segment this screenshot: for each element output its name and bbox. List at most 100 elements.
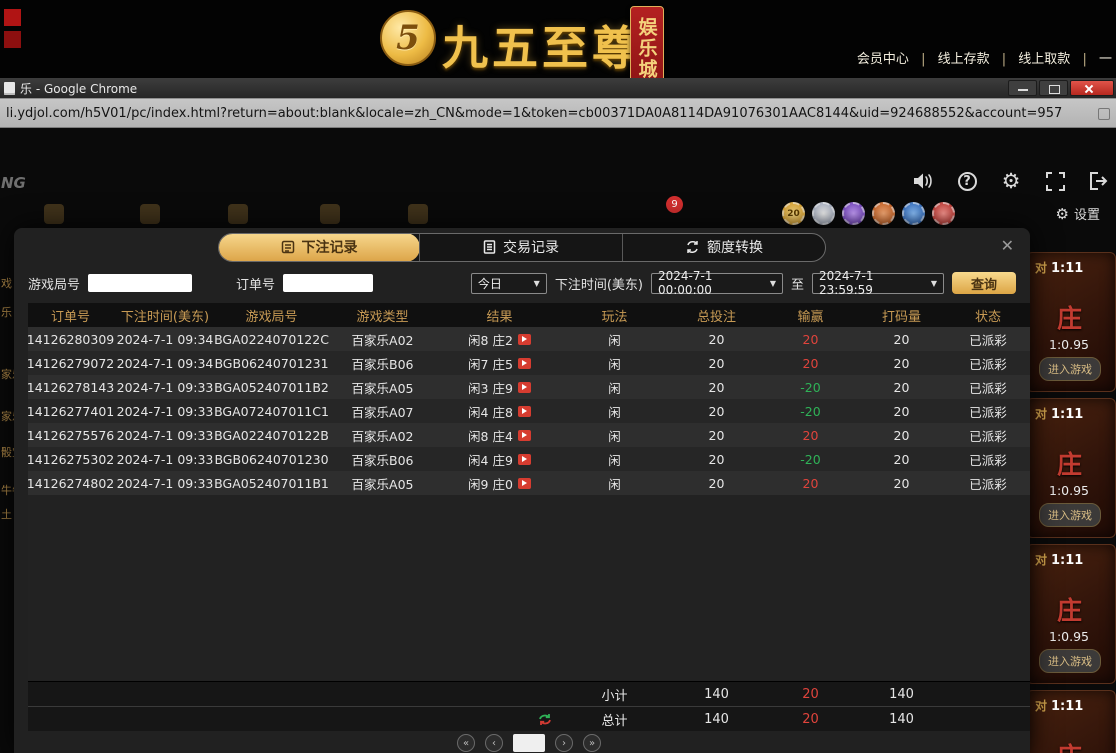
pair-odds: 对1:11 bbox=[1035, 405, 1083, 422]
replay-icon[interactable] bbox=[518, 334, 531, 345]
maximize-button[interactable] bbox=[1039, 80, 1068, 96]
cell-result: 闲8 庄2 bbox=[439, 327, 560, 351]
url-text[interactable]: li.ydjol.com/h5V01/pc/index.html?return=… bbox=[6, 106, 1086, 121]
game-nav-strip: 9 20 ⚙ 设置 bbox=[0, 202, 1116, 230]
link-truncated[interactable]: 一 bbox=[1099, 52, 1112, 67]
table-row: 14126274802 2024-7-1 09:33 BGA052407011B… bbox=[28, 471, 1030, 495]
settings-button[interactable]: ⚙ 设置 bbox=[1056, 204, 1100, 223]
col-bet-time: 下注时间(美东) bbox=[113, 303, 217, 327]
page-number-input[interactable] bbox=[513, 734, 545, 752]
result-text: 闲4 庄9 bbox=[468, 450, 513, 469]
enter-game-button[interactable]: 进入游戏 bbox=[1039, 503, 1101, 527]
col-game-type: 游戏类型 bbox=[326, 303, 439, 327]
chip[interactable] bbox=[932, 202, 955, 225]
tab-bet-records[interactable]: 下注记录 bbox=[218, 233, 420, 262]
chip[interactable] bbox=[872, 202, 895, 225]
chip-rack: 20 bbox=[782, 202, 955, 225]
tab-credit-transfer[interactable]: 额度转换 bbox=[622, 234, 825, 261]
cell-play: 闲 bbox=[560, 351, 669, 375]
replay-icon[interactable] bbox=[518, 358, 531, 369]
prev-page-button[interactable]: ‹ bbox=[485, 734, 503, 752]
game-nav-item[interactable] bbox=[228, 204, 248, 224]
cell-status: 已派彩 bbox=[946, 423, 1030, 447]
pair-odds: 对1:11 bbox=[1035, 259, 1083, 276]
cell-result: 闲3 庄9 bbox=[439, 375, 560, 399]
chip-20[interactable]: 20 bbox=[782, 202, 805, 225]
cell-total-bet: 20 bbox=[669, 423, 764, 447]
cell-total-bet: 20 bbox=[669, 399, 764, 423]
col-status: 状态 bbox=[946, 303, 1030, 327]
chip[interactable] bbox=[902, 202, 925, 225]
cell-status: 已派彩 bbox=[946, 447, 1030, 471]
result-text: 闲3 庄9 bbox=[468, 378, 513, 397]
tab-transaction-records[interactable]: 交易记录 bbox=[419, 234, 622, 261]
screen: 5 九五至尊 娱乐城 会员中心 | 线上存款 | 线上取款 | 一 乐 - Go… bbox=[0, 0, 1116, 753]
last-page-button[interactable]: » bbox=[583, 734, 601, 752]
game-nav-item[interactable] bbox=[44, 204, 64, 224]
refresh-icon[interactable] bbox=[538, 713, 552, 726]
enter-game-button[interactable]: 进入游戏 bbox=[1039, 649, 1101, 673]
enter-game-button[interactable]: 进入游戏 bbox=[1039, 357, 1101, 381]
game-nav-item[interactable] bbox=[408, 204, 428, 224]
cell-result: 闲4 庄8 bbox=[439, 399, 560, 423]
sidebar-fragment: 土 bbox=[1, 506, 12, 522]
minimize-button[interactable] bbox=[1008, 80, 1037, 96]
link-withdraw[interactable]: 线上取款 bbox=[1018, 52, 1070, 67]
settings-label: 设置 bbox=[1074, 204, 1100, 223]
pair-odds-value: 1:11 bbox=[1051, 699, 1083, 714]
table-row: 14126275302 2024-7-1 09:33 BGB0624070123… bbox=[28, 447, 1030, 471]
address-bar[interactable]: li.ydjol.com/h5V01/pc/index.html?return=… bbox=[0, 98, 1116, 128]
close-icon[interactable]: ✕ bbox=[1001, 238, 1014, 254]
cell-status: 已派彩 bbox=[946, 375, 1030, 399]
first-page-button[interactable]: « bbox=[457, 734, 475, 752]
tab-label: 交易记录 bbox=[503, 237, 559, 257]
cell-game-type: 百家乐A07 bbox=[326, 399, 439, 423]
exit-icon[interactable] bbox=[1088, 170, 1110, 192]
start-datetime-select[interactable]: 2024-7-1 00:00:00 ▼ bbox=[651, 273, 783, 294]
replay-icon[interactable] bbox=[518, 478, 531, 489]
search-button[interactable]: 查询 bbox=[952, 272, 1016, 294]
link-deposit[interactable]: 线上存款 bbox=[938, 52, 990, 67]
gear-icon: ⚙ bbox=[1056, 205, 1069, 223]
replay-icon[interactable] bbox=[518, 430, 531, 441]
cell-result: 闲4 庄9 bbox=[439, 447, 560, 471]
table-body: 14126280309 2024-7-1 09:34 BGA0224070122… bbox=[28, 327, 1030, 495]
window-titlebar: 乐 - Google Chrome bbox=[0, 78, 1116, 98]
pair-odds-value: 1:11 bbox=[1051, 407, 1083, 422]
cell-play: 闲 bbox=[560, 423, 669, 447]
replay-icon[interactable] bbox=[518, 454, 531, 465]
tab-label: 额度转换 bbox=[707, 237, 763, 257]
lobby-table-card: 对1:11 庄 1:0.95 进入游戏 bbox=[1026, 690, 1116, 753]
cell-bet-time: 2024-7-1 09:33 bbox=[113, 471, 217, 495]
next-page-button[interactable]: › bbox=[555, 734, 573, 752]
close-window-button[interactable] bbox=[1070, 80, 1114, 96]
sound-icon[interactable] bbox=[912, 170, 934, 192]
help-icon[interactable]: ? bbox=[956, 170, 978, 192]
game-round-label: 游戏局号 bbox=[28, 274, 80, 293]
lobby-table-card: 对1:11 庄 1:0.95 进入游戏 bbox=[1026, 252, 1116, 392]
cell-game-type: 百家乐A05 bbox=[326, 375, 439, 399]
chevron-down-icon: ▼ bbox=[534, 279, 540, 288]
sidebar-fragment: 牛牛 bbox=[1, 482, 14, 498]
subtotal-rolling: 140 bbox=[857, 682, 946, 706]
game-nav-item[interactable] bbox=[140, 204, 160, 224]
cell-game-type: 百家乐A02 bbox=[326, 423, 439, 447]
date-range-select[interactable]: 今日 ▼ bbox=[471, 273, 547, 294]
order-number-input[interactable] bbox=[283, 274, 373, 292]
game-round-input[interactable] bbox=[88, 274, 192, 292]
col-winloss: 输赢 bbox=[764, 303, 857, 327]
game-nav-item[interactable] bbox=[320, 204, 340, 224]
bookmark-icon[interactable] bbox=[1098, 108, 1110, 120]
link-member-center[interactable]: 会员中心 bbox=[857, 52, 909, 67]
replay-icon[interactable] bbox=[518, 382, 531, 393]
tab-label: 下注记录 bbox=[302, 237, 358, 257]
fullscreen-icon[interactable] bbox=[1044, 170, 1066, 192]
cell-game-type: 百家乐A05 bbox=[326, 471, 439, 495]
chip[interactable] bbox=[812, 202, 835, 225]
replay-icon[interactable] bbox=[518, 406, 531, 417]
gear-icon[interactable]: ⚙ bbox=[1000, 170, 1022, 192]
chevron-down-icon: ▼ bbox=[931, 279, 937, 288]
banker-odds-value: 1:0.95 bbox=[1049, 483, 1089, 498]
end-datetime-select[interactable]: 2024-7-1 23:59:59 ▼ bbox=[812, 273, 944, 294]
chip[interactable] bbox=[842, 202, 865, 225]
